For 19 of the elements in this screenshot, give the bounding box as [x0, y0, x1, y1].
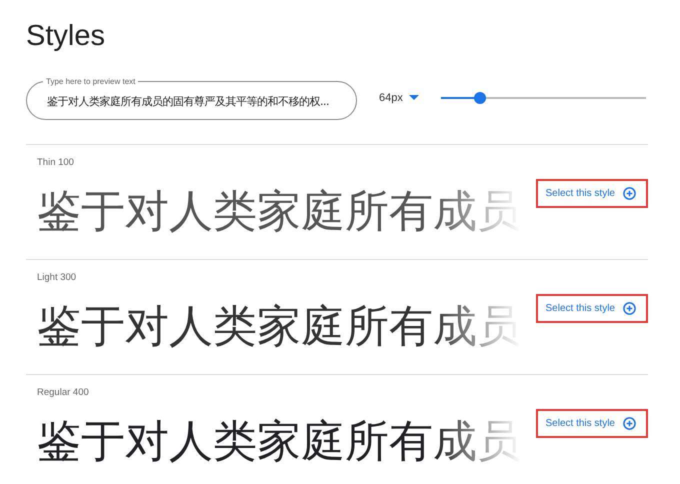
size-slider[interactable] — [440, 92, 646, 104]
add-circle-icon — [623, 302, 636, 315]
preview-text-field[interactable]: Type here to preview text 鉴于对人类家庭所有成员的固有尊严及其平等的和不移的权... — [26, 76, 357, 120]
select-style-button[interactable]: Select this style — [536, 294, 648, 323]
sample-text: 鉴于对人类家庭所有成员 — [37, 188, 521, 236]
field-label: Type here to preview text — [45, 76, 136, 86]
page-title: Styles — [26, 19, 105, 53]
slider-thumb[interactable] — [474, 92, 486, 104]
caret-icon — [408, 95, 419, 101]
select-style-button[interactable]: Select this style — [536, 179, 648, 208]
select-style-button[interactable]: Select this style — [536, 409, 648, 438]
style-name: Regular 400 — [37, 387, 89, 398]
font-size-dropdown[interactable]: 64px — [379, 92, 419, 104]
add-circle-icon — [623, 417, 636, 430]
sample-text: 鉴于对人类家庭所有成员 — [37, 303, 521, 351]
sample-text: 鉴于对人类家庭所有成员 — [37, 418, 521, 466]
style-name: Light 300 — [37, 272, 76, 283]
style-name: Thin 100 — [37, 157, 74, 168]
add-circle-icon — [623, 187, 636, 200]
